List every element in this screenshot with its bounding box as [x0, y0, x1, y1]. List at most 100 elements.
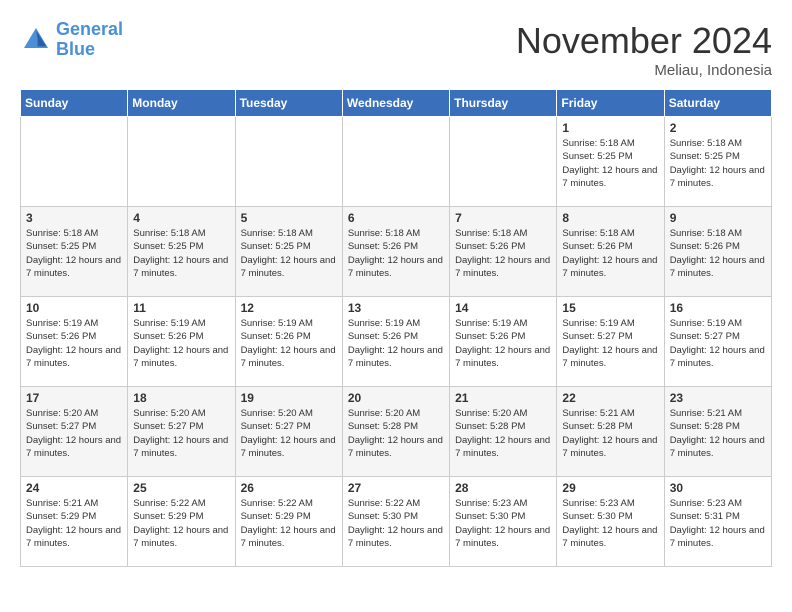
day-info: Sunrise: 5:22 AM Sunset: 5:29 PM Dayligh… [133, 497, 229, 550]
calendar-cell: 14Sunrise: 5:19 AM Sunset: 5:26 PM Dayli… [450, 297, 557, 387]
day-number: 2 [670, 121, 766, 135]
calendar-table: SundayMondayTuesdayWednesdayThursdayFrid… [20, 89, 772, 567]
calendar-cell: 23 Sunrise: 5:21 AM Sunset: 5:28 PM Dayli… [664, 387, 771, 477]
day-number: 12 [241, 301, 337, 315]
calendar-cell: 12 Sunrise: 5:19 AM Sunset: 5:26 PM Dayli… [235, 297, 342, 387]
day-number: 30 [670, 481, 766, 495]
day-number: 3 [26, 211, 122, 225]
day-of-week-header: Monday [128, 90, 235, 117]
logo-icon [20, 24, 52, 56]
day-info: Sunrise: 5:21 AM Sunset: 5:28 PM Dayligh… [670, 407, 766, 460]
day-number: 18 [133, 391, 229, 405]
calendar-cell: 11 Sunrise: 5:19 AM Sunset: 5:26 PM Dayli… [128, 297, 235, 387]
calendar-cell: 13Sunrise: 5:19 AM Sunset: 5:26 PM Dayli… [342, 297, 449, 387]
day-info: Sunrise: 5:18 AM Sunset: 5:26 PM Dayligh… [562, 227, 658, 280]
calendar-cell: 21 Sunrise: 5:20 AM Sunset: 5:28 PM Dayli… [450, 387, 557, 477]
day-info: Sunrise: 5:20 AM Sunset: 5:27 PM Dayligh… [241, 407, 337, 460]
calendar-cell: 30 Sunrise: 5:23 AM Sunset: 5:31 PM Dayli… [664, 477, 771, 567]
day-number: 15 [562, 301, 658, 315]
day-number: 6 [348, 211, 444, 225]
day-info: Sunrise: 5:22 AM Sunset: 5:29 PM Dayligh… [241, 497, 337, 550]
day-info: Sunrise: 5:18 AM Sunset: 5:25 PM Dayligh… [26, 227, 122, 280]
calendar-cell: 1Sunrise: 5:18 AM Sunset: 5:25 PM Daylig… [557, 117, 664, 207]
logo: General Blue [20, 20, 123, 60]
calendar-cell: 28 Sunrise: 5:23 AM Sunset: 5:30 PM Dayli… [450, 477, 557, 567]
month-title: November 2024 [516, 20, 772, 62]
location-subtitle: Meliau, Indonesia [516, 62, 772, 79]
day-number: 23 [670, 391, 766, 405]
day-number: 21 [455, 391, 551, 405]
day-number: 28 [455, 481, 551, 495]
day-info: Sunrise: 5:20 AM Sunset: 5:28 PM Dayligh… [455, 407, 551, 460]
day-info: Sunrise: 5:18 AM Sunset: 5:25 PM Dayligh… [241, 227, 337, 280]
calendar-cell: 5 Sunrise: 5:18 AM Sunset: 5:25 PM Daylig… [235, 207, 342, 297]
calendar-cell: 16Sunrise: 5:19 AM Sunset: 5:27 PM Dayli… [664, 297, 771, 387]
calendar-cell [450, 117, 557, 207]
header: General Blue November 2024 Meliau, Indon… [20, 20, 772, 79]
day-number: 20 [348, 391, 444, 405]
day-of-week-header: Saturday [664, 90, 771, 117]
calendar-week-row: 3 Sunrise: 5:18 AM Sunset: 5:25 PM Daylig… [21, 207, 772, 297]
day-of-week-header: Wednesday [342, 90, 449, 117]
calendar-cell: 4 Sunrise: 5:18 AM Sunset: 5:25 PM Daylig… [128, 207, 235, 297]
calendar-cell: 20 Sunrise: 5:20 AM Sunset: 5:28 PM Dayli… [342, 387, 449, 477]
calendar-cell: 6 Sunrise: 5:18 AM Sunset: 5:26 PM Daylig… [342, 207, 449, 297]
logo-line1: General [56, 19, 123, 39]
title-area: November 2024 Meliau, Indonesia [516, 20, 772, 79]
calendar-cell: 26 Sunrise: 5:22 AM Sunset: 5:29 PM Dayli… [235, 477, 342, 567]
day-info: Sunrise: 5:18 AM Sunset: 5:26 PM Dayligh… [348, 227, 444, 280]
day-info: Sunrise: 5:20 AM Sunset: 5:28 PM Dayligh… [348, 407, 444, 460]
day-number: 1 [562, 121, 658, 135]
calendar-cell: 25Sunrise: 5:22 AM Sunset: 5:29 PM Dayli… [128, 477, 235, 567]
day-info: Sunrise: 5:19 AM Sunset: 5:27 PM Dayligh… [562, 317, 658, 370]
calendar-week-row: 10Sunrise: 5:19 AM Sunset: 5:26 PM Dayli… [21, 297, 772, 387]
day-info: Sunrise: 5:18 AM Sunset: 5:26 PM Dayligh… [455, 227, 551, 280]
calendar-week-row: 24 Sunrise: 5:21 AM Sunset: 5:29 PM Dayli… [21, 477, 772, 567]
calendar-cell [128, 117, 235, 207]
calendar-cell: 22Sunrise: 5:21 AM Sunset: 5:28 PM Dayli… [557, 387, 664, 477]
logo-line2: Blue [56, 40, 123, 60]
day-info: Sunrise: 5:21 AM Sunset: 5:29 PM Dayligh… [26, 497, 122, 550]
calendar-cell: 10Sunrise: 5:19 AM Sunset: 5:26 PM Dayli… [21, 297, 128, 387]
calendar-week-row: 17 Sunrise: 5:20 AM Sunset: 5:27 PM Dayli… [21, 387, 772, 477]
day-number: 4 [133, 211, 229, 225]
day-info: Sunrise: 5:23 AM Sunset: 5:30 PM Dayligh… [455, 497, 551, 550]
day-number: 9 [670, 211, 766, 225]
day-info: Sunrise: 5:20 AM Sunset: 5:27 PM Dayligh… [26, 407, 122, 460]
logo-text: General Blue [56, 20, 123, 60]
day-number: 24 [26, 481, 122, 495]
calendar-cell: 3 Sunrise: 5:18 AM Sunset: 5:25 PM Daylig… [21, 207, 128, 297]
day-info: Sunrise: 5:19 AM Sunset: 5:26 PM Dayligh… [26, 317, 122, 370]
day-of-week-header: Friday [557, 90, 664, 117]
calendar-header-row: SundayMondayTuesdayWednesdayThursdayFrid… [21, 90, 772, 117]
calendar-cell [235, 117, 342, 207]
calendar-cell: 27 Sunrise: 5:22 AM Sunset: 5:30 PM Dayli… [342, 477, 449, 567]
day-number: 5 [241, 211, 337, 225]
day-number: 7 [455, 211, 551, 225]
day-info: Sunrise: 5:19 AM Sunset: 5:26 PM Dayligh… [241, 317, 337, 370]
calendar-cell: 19Sunrise: 5:20 AM Sunset: 5:27 PM Dayli… [235, 387, 342, 477]
calendar-cell: 15 Sunrise: 5:19 AM Sunset: 5:27 PM Dayli… [557, 297, 664, 387]
day-of-week-header: Thursday [450, 90, 557, 117]
day-info: Sunrise: 5:18 AM Sunset: 5:25 PM Dayligh… [670, 137, 766, 190]
day-info: Sunrise: 5:23 AM Sunset: 5:31 PM Dayligh… [670, 497, 766, 550]
day-number: 26 [241, 481, 337, 495]
day-number: 13 [348, 301, 444, 315]
day-number: 22 [562, 391, 658, 405]
day-info: Sunrise: 5:20 AM Sunset: 5:27 PM Dayligh… [133, 407, 229, 460]
calendar-cell: 29 Sunrise: 5:23 AM Sunset: 5:30 PM Dayli… [557, 477, 664, 567]
day-info: Sunrise: 5:22 AM Sunset: 5:30 PM Dayligh… [348, 497, 444, 550]
day-number: 29 [562, 481, 658, 495]
calendar-cell: 2 Sunrise: 5:18 AM Sunset: 5:25 PM Daylig… [664, 117, 771, 207]
day-of-week-header: Sunday [21, 90, 128, 117]
day-number: 11 [133, 301, 229, 315]
day-info: Sunrise: 5:23 AM Sunset: 5:30 PM Dayligh… [562, 497, 658, 550]
day-number: 17 [26, 391, 122, 405]
day-number: 8 [562, 211, 658, 225]
day-info: Sunrise: 5:19 AM Sunset: 5:26 PM Dayligh… [133, 317, 229, 370]
calendar-cell: 7 Sunrise: 5:18 AM Sunset: 5:26 PM Daylig… [450, 207, 557, 297]
calendar-cell: 24 Sunrise: 5:21 AM Sunset: 5:29 PM Dayli… [21, 477, 128, 567]
day-number: 27 [348, 481, 444, 495]
calendar-cell: 9Sunrise: 5:18 AM Sunset: 5:26 PM Daylig… [664, 207, 771, 297]
day-info: Sunrise: 5:18 AM Sunset: 5:25 PM Dayligh… [133, 227, 229, 280]
